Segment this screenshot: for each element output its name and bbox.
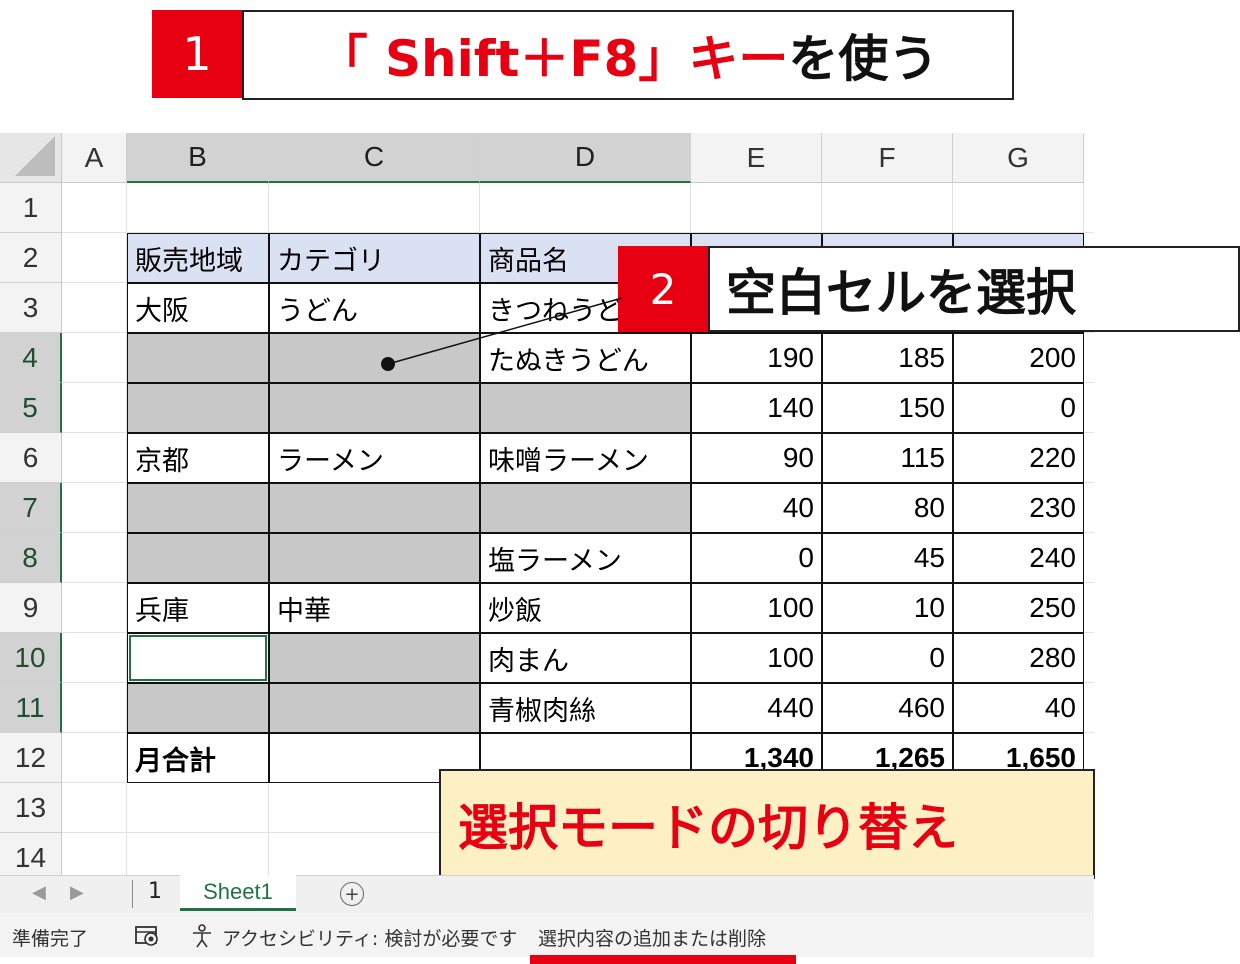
- col-header-c[interactable]: C: [269, 133, 480, 183]
- speech-bubble-text: 選択モードの切り替え: [458, 799, 958, 857]
- table-cell-text[interactable]: ラーメン: [269, 433, 480, 483]
- row-header-12[interactable]: 12: [0, 733, 62, 783]
- accessibility-icon[interactable]: [190, 923, 214, 949]
- select-all-corner[interactable]: [0, 133, 62, 183]
- table-cell-number[interactable]: 200: [953, 333, 1084, 383]
- step1-number-badge: 1: [152, 10, 242, 98]
- table-header-cell[interactable]: カテゴリ: [269, 233, 480, 283]
- tab-next-icon[interactable]: ▶: [70, 882, 84, 903]
- tab-sheet1[interactable]: Sheet1: [180, 875, 296, 911]
- row-header-1[interactable]: 1: [0, 183, 62, 233]
- table-cell-number[interactable]: 280: [953, 633, 1084, 683]
- col-header-f[interactable]: F: [822, 133, 953, 183]
- col-header-d[interactable]: D: [480, 133, 691, 183]
- tab-divider: [132, 880, 133, 908]
- row-header-4[interactable]: 4: [0, 333, 62, 383]
- table-cell-number[interactable]: 100: [691, 633, 822, 683]
- table-cell-number[interactable]: 140: [691, 383, 822, 433]
- table-cell-number[interactable]: 460: [822, 683, 953, 733]
- table-cell-number[interactable]: 45: [822, 533, 953, 583]
- table-cell-text[interactable]: 大阪: [127, 283, 269, 333]
- macro-record-icon[interactable]: [134, 924, 160, 948]
- table-cell-number[interactable]: 80: [822, 483, 953, 533]
- table-cell-number[interactable]: 40: [691, 483, 822, 533]
- step1-banner: 「 Shift＋F8」キー を使う: [242, 10, 1014, 100]
- table-cell-number[interactable]: 0: [953, 383, 1084, 433]
- status-selection-mode: 選択内容の追加または削除: [538, 928, 767, 950]
- table-cell-number[interactable]: 230: [953, 483, 1084, 533]
- total-cell-b[interactable]: 月合計: [127, 733, 269, 783]
- row-header-6[interactable]: 6: [0, 433, 62, 483]
- table-cell-text[interactable]: [269, 333, 480, 383]
- col-header-a[interactable]: A: [62, 133, 127, 183]
- table-cell-text[interactable]: [269, 533, 480, 583]
- select-all-icon: [15, 136, 55, 176]
- table-cell-text[interactable]: [269, 633, 480, 683]
- status-ready: 準備完了: [12, 928, 89, 950]
- table-cell-text[interactable]: 味噌ラーメン: [480, 433, 691, 483]
- active-cell-b10[interactable]: [129, 635, 267, 681]
- row-header-7[interactable]: 7: [0, 483, 62, 533]
- sheet-tab-bar: ◀ ▶ 1 Sheet1 +: [0, 875, 1094, 913]
- table-cell-number[interactable]: 190: [691, 333, 822, 383]
- table-cell-text[interactable]: 炒飯: [480, 583, 691, 633]
- table-cell-text[interactable]: 肉まん: [480, 633, 691, 683]
- status-bar: 準備完了 アクセシビリティ: 検討が必要です 選択内容の追加または削除: [0, 913, 1094, 957]
- row-header-13[interactable]: 13: [0, 783, 62, 833]
- table-cell-number[interactable]: 150: [822, 383, 953, 433]
- status-accessibility[interactable]: アクセシビリティ: 検討が必要です: [222, 924, 517, 951]
- table-cell-text[interactable]: 京都: [127, 433, 269, 483]
- table-cell-text[interactable]: うどん: [269, 283, 480, 333]
- row-header-5[interactable]: 5: [0, 383, 62, 433]
- table-cell-number[interactable]: 40: [953, 683, 1084, 733]
- table-cell-text[interactable]: [127, 483, 269, 533]
- col-header-b[interactable]: B: [127, 133, 269, 183]
- table-cell-number[interactable]: 220: [953, 433, 1084, 483]
- table-cell-number[interactable]: 10: [822, 583, 953, 633]
- table-cell-text[interactable]: [269, 483, 480, 533]
- table-cell-number[interactable]: 185: [822, 333, 953, 383]
- row-header-3[interactable]: 3: [0, 283, 62, 333]
- step2-number-badge: 2: [618, 246, 708, 332]
- table-cell-text[interactable]: [480, 383, 691, 433]
- step1-key-label: 「 Shift＋F8」キー: [317, 30, 789, 88]
- table-cell-text[interactable]: [127, 683, 269, 733]
- row-header-10[interactable]: 10: [0, 633, 62, 683]
- col-header-e[interactable]: E: [691, 133, 822, 183]
- tab-1[interactable]: 1: [148, 879, 162, 904]
- table-cell-number[interactable]: 0: [691, 533, 822, 583]
- table-cell-text[interactable]: [127, 533, 269, 583]
- spreadsheet-grid[interactable]: A B C D E F G 1 2 3 4 5 6 7 8 9 10 11 12 13 14 販売地域 カテゴリ 商品名 大阪う…: [0, 133, 1094, 883]
- table-cell-text[interactable]: [480, 483, 691, 533]
- table-cell-text[interactable]: [269, 683, 480, 733]
- table-cell-number[interactable]: 90: [691, 433, 822, 483]
- table-cell-text[interactable]: たぬきうどん: [480, 333, 691, 383]
- row-header-9[interactable]: 9: [0, 583, 62, 633]
- add-sheet-icon[interactable]: +: [340, 882, 364, 906]
- table-cell-text[interactable]: [269, 383, 480, 433]
- table-header-cell[interactable]: 販売地域: [127, 233, 269, 283]
- row-header-2[interactable]: 2: [0, 233, 62, 283]
- table-cell-text[interactable]: [127, 383, 269, 433]
- table-cell-text[interactable]: 兵庫: [127, 583, 269, 633]
- table-cell-number[interactable]: 240: [953, 533, 1084, 583]
- col-header-g[interactable]: G: [953, 133, 1084, 183]
- table-cell-text[interactable]: [127, 333, 269, 383]
- step2-callout: 空白セルを選択: [708, 246, 1240, 332]
- step1-text: を使う: [788, 30, 939, 88]
- table-cell-number[interactable]: 100: [691, 583, 822, 633]
- table-cell-number[interactable]: 440: [691, 683, 822, 733]
- tab-prev-icon[interactable]: ◀: [32, 882, 46, 903]
- table-cell-number[interactable]: 115: [822, 433, 953, 483]
- mode-underline: [530, 955, 796, 964]
- row-header-11[interactable]: 11: [0, 683, 62, 733]
- row-header-8[interactable]: 8: [0, 533, 62, 583]
- table-cell-text[interactable]: 中華: [269, 583, 480, 633]
- table-cell-text[interactable]: 青椒肉絲: [480, 683, 691, 733]
- table-cell-number[interactable]: 0: [822, 633, 953, 683]
- table-cell-number[interactable]: 250: [953, 583, 1084, 633]
- table-cell-text[interactable]: 塩ラーメン: [480, 533, 691, 583]
